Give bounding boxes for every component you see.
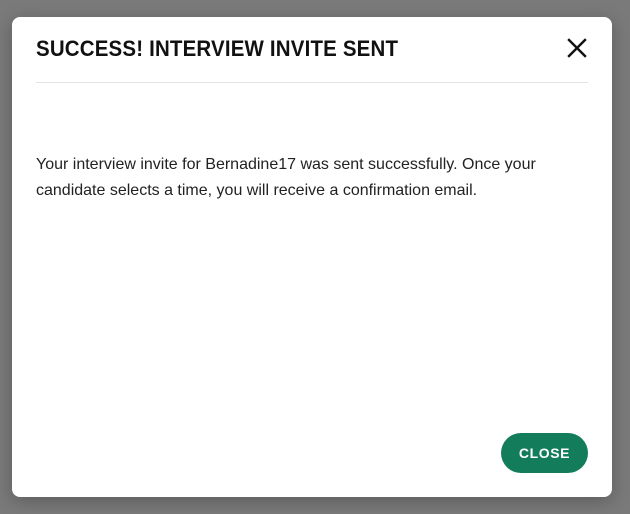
success-dialog: SUCCESS! INTERVIEW INVITE SENT Your inte… [12, 17, 612, 497]
dialog-title: SUCCESS! INTERVIEW INVITE SENT [36, 36, 399, 61]
dialog-header: SUCCESS! INTERVIEW INVITE SENT [36, 17, 588, 83]
close-icon[interactable] [566, 37, 588, 59]
dialog-message: Your interview invite for Bernadine17 wa… [36, 156, 536, 199]
close-button[interactable]: CLOSE [501, 433, 588, 473]
